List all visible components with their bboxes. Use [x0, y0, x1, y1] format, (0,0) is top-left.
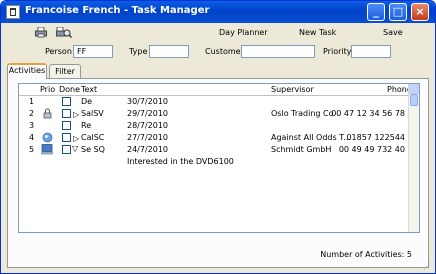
tab-filter[interactable]: Filter	[49, 64, 81, 79]
customer-field[interactable]	[241, 45, 315, 58]
row-phone: 00 49 49 732 40	[338, 145, 405, 154]
lock-icon	[43, 108, 52, 119]
tab-activities[interactable]: Activities	[7, 63, 47, 79]
done-checkbox[interactable]	[62, 145, 71, 154]
grid-header: Prio Done Text Supervisor Phone	[19, 84, 412, 96]
row-number: 3	[29, 121, 35, 130]
table-row[interactable]: 2 ▷ SalSV 29/7/2010 Oslo Trading Co 00 4…	[19, 108, 409, 119]
row-text: De	[81, 97, 93, 106]
minimize-icon: _	[373, 5, 379, 18]
close-icon: ×	[415, 5, 425, 18]
table-row[interactable]: 5 ▽ Se SQ 24/7/2010 Schmidt GmbH 00 49 4…	[19, 144, 409, 155]
title-bar[interactable]: Francoise French - Task Manager _ □ ×	[1, 1, 435, 23]
row-number: 1	[29, 97, 35, 106]
customer-label: Customer	[205, 47, 244, 56]
minimize-button[interactable]: _	[367, 3, 385, 21]
save-button[interactable]: Save	[383, 28, 403, 37]
maximize-icon: □	[392, 5, 404, 18]
row-number: 2	[29, 109, 35, 118]
computer-icon	[41, 144, 53, 155]
done-checkbox[interactable]	[62, 109, 71, 118]
close-button[interactable]: ×	[411, 3, 429, 21]
row-number: 4	[29, 133, 35, 142]
activity-count: Number of Activities: 5	[320, 250, 412, 259]
globe-icon	[42, 132, 53, 143]
resize-grip-icon[interactable]: ⋰	[423, 262, 431, 271]
row-supervisor: Against All Odds T...	[271, 133, 351, 142]
expand-arrow-icon[interactable]: ▷	[73, 110, 79, 119]
table-row[interactable]: 1 De 30/7/2010	[19, 96, 409, 107]
row-supervisor: Oslo Trading Co	[271, 109, 334, 118]
row-date: 30/7/2010	[127, 97, 169, 106]
priority-label: Priority	[323, 47, 352, 56]
header-supervisor[interactable]: Supervisor	[271, 85, 314, 94]
print-icon[interactable]	[35, 27, 47, 38]
header-prio[interactable]: Prio	[40, 85, 55, 94]
window-title: Francoise French - Task Manager	[25, 5, 210, 16]
expand-arrow-icon[interactable]: ▷	[73, 134, 79, 143]
app-icon	[6, 5, 20, 19]
row-text: SalSV	[81, 109, 104, 118]
print-preview-icon[interactable]	[56, 27, 72, 38]
row-date: 28/7/2010	[127, 121, 169, 130]
row-date: 29/7/2010	[127, 109, 169, 118]
row-number: 5	[29, 145, 35, 154]
row-date: 27/7/2010	[127, 133, 169, 142]
activities-panel: Prio Done Text Supervisor Phone 1 De 30/…	[7, 78, 429, 268]
row-phone: 00 47 12 34 56 78	[331, 109, 405, 118]
done-checkbox[interactable]	[62, 97, 71, 106]
row-phone: 01857 122544	[346, 133, 405, 142]
person-field[interactable]: FF	[73, 45, 113, 58]
maximize-button[interactable]: □	[389, 3, 407, 21]
row-supervisor: Schmidt GmbH	[271, 145, 332, 154]
table-row[interactable]: 4 ▷ CalSC 27/7/2010 Against All Odds T..…	[19, 132, 409, 143]
row-detail-text: Interested in the DVD6100	[127, 157, 234, 166]
collapse-arrow-icon[interactable]: ▽	[72, 144, 78, 153]
priority-field[interactable]	[351, 45, 391, 58]
done-checkbox[interactable]	[62, 121, 71, 130]
row-date: 24/7/2010	[127, 145, 169, 154]
row-text: Se SQ	[81, 145, 105, 154]
row-detail: Interested in the DVD6100	[19, 156, 409, 167]
vertical-scrollbar[interactable]	[408, 84, 419, 232]
done-checkbox[interactable]	[62, 133, 71, 142]
header-text[interactable]: Text	[81, 85, 97, 94]
type-field[interactable]	[149, 45, 189, 58]
header-done[interactable]: Done	[59, 85, 80, 94]
toolbar: Day Planner New Task Save	[1, 23, 435, 43]
scroll-thumb[interactable]	[410, 94, 418, 106]
search-fields: Person FF Type Customer Priority	[1, 43, 435, 63]
type-label: Type	[129, 47, 148, 56]
day-planner-button[interactable]: Day Planner	[219, 28, 268, 37]
person-label: Person	[45, 47, 72, 56]
row-text: Re	[81, 121, 92, 130]
row-text: CalSC	[81, 133, 105, 142]
new-task-button[interactable]: New Task	[299, 28, 336, 37]
activities-grid: Prio Done Text Supervisor Phone 1 De 30/…	[18, 83, 420, 233]
table-row[interactable]: 3 Re 28/7/2010	[19, 120, 409, 131]
task-manager-window: Francoise French - Task Manager _ □ × Da…	[0, 0, 436, 274]
